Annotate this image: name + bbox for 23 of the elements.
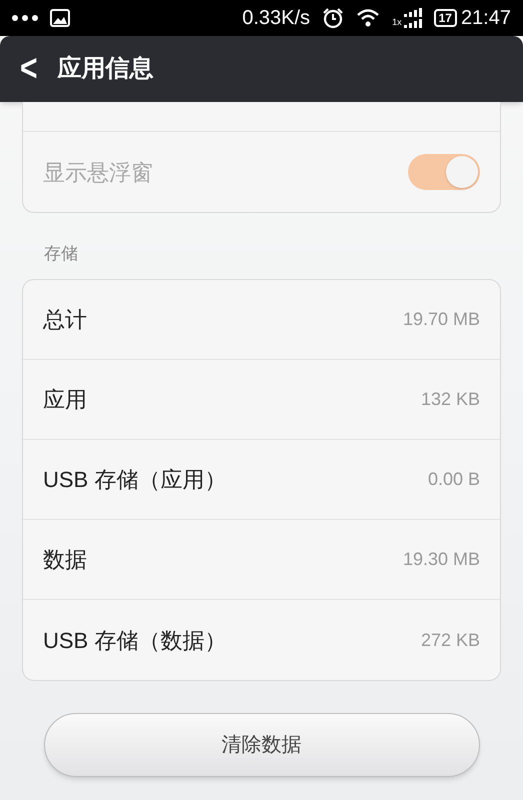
storage-label: 应用 [43,386,88,414]
clear-data-button[interactable]: 清除数据 [44,713,480,777]
clock-time: 21:47 [460,6,511,31]
setting-label: 显示悬浮窗 [43,158,154,186]
image-icon [50,9,70,27]
storage-value: 272 KB [420,628,480,652]
storage-label: 数据 [43,546,88,574]
storage-value: 0.00 B [428,468,480,491]
more-dots-icon [12,15,38,21]
battery-level: 17 [434,9,457,27]
storage-value: 19.70 MB [402,308,480,331]
network-type: 1x [392,16,402,28]
storage-label: 总计 [43,306,88,334]
alarm-clock-icon [322,7,344,29]
storage-value: 132 KB [420,388,480,411]
back-button[interactable]: < [20,50,38,88]
page-title: 应用信息 [58,54,154,84]
storage-label: USB 存储（数据） [43,626,228,654]
network-speed: 0.33K/s [242,6,310,31]
wifi-icon [356,8,380,28]
section-heading: 存储 [44,244,78,263]
storage-value: 19.30 MB [402,548,480,571]
storage-label: USB 存储（应用） [43,466,228,494]
